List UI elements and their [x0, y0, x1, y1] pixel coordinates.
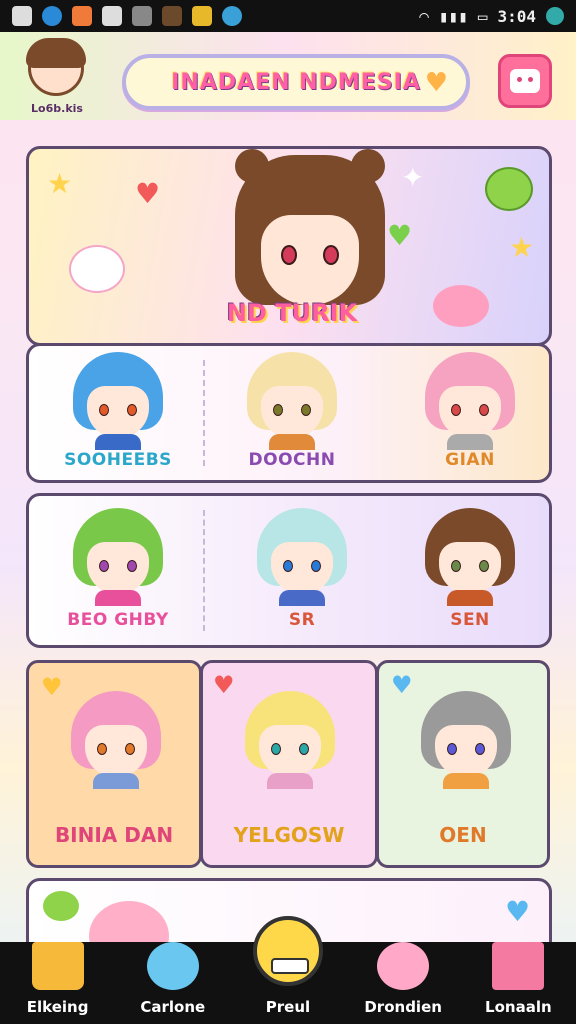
title-banner: INADAEN NDMESIA ♥ [122, 54, 470, 110]
app-icon [102, 6, 122, 26]
avatar-label: Lo6b.kis [31, 102, 83, 115]
character-name: SEN [450, 610, 490, 630]
character-name: DOOCHN [248, 450, 336, 470]
menu-button[interactable] [498, 54, 552, 108]
pig-icon [377, 942, 430, 990]
character-card[interactable]: ♥ BINIA DAN [26, 660, 202, 868]
character-row-2: BEO GHBY SR SEN [26, 493, 552, 648]
page-title: INADAEN NDMESIA [171, 69, 421, 95]
character-name: GIAN [445, 450, 495, 470]
character-name: BEO GHBY [67, 610, 169, 630]
menu-icon [510, 69, 540, 93]
nav-label: Preul [265, 998, 311, 1016]
star-icon: ★ [509, 231, 535, 264]
avatar[interactable]: Lo6b.kis [18, 38, 94, 115]
nav-label: Lonaaln [485, 998, 552, 1016]
image-icon [12, 6, 32, 26]
clock: 3:04 [497, 6, 536, 26]
wifi-icon: ◠ [419, 6, 429, 26]
star-icon: ★ [47, 167, 73, 200]
building-icon [492, 942, 545, 990]
heart-icon: ♥ [424, 68, 448, 98]
heart-icon: ♥ [135, 177, 161, 210]
app-icon [132, 6, 152, 26]
nav-label: Elkeing [26, 998, 89, 1016]
status-bar: ◠ ▮▮▮ ▭ 3:04 [0, 0, 576, 32]
slime-icon [43, 891, 79, 921]
sparkle-icon: ✦ [401, 161, 425, 194]
bottom-nav: Elkeing Carlone Preul Drondien Lonaaln [0, 916, 576, 1024]
slime-icon [485, 167, 533, 211]
character-row-1: SOOHEEBS DOOCHN GIAN [26, 343, 552, 483]
character-name: BINIA DAN [54, 823, 174, 847]
battery-icon: ▭ [477, 6, 488, 26]
character-name: SR [288, 610, 316, 630]
nav-tab-characters[interactable]: Carlone [119, 942, 227, 1018]
featured-character-name: ND TURIK [226, 299, 358, 327]
cat-icon [146, 942, 199, 990]
character-name: SOOHEEBS [64, 450, 172, 470]
cat-icon [69, 245, 125, 293]
app-header: Lo6b.kis INADAEN NDMESIA ♥ [0, 32, 576, 120]
character-card[interactable]: ♥ OEN [376, 660, 550, 868]
app-icon [222, 6, 242, 26]
house-icon [31, 942, 84, 990]
character-name: OEN [439, 823, 487, 847]
nav-tab-shop[interactable]: Lonaaln [464, 942, 572, 1018]
character-card[interactable]: ♥ YELGOSW [200, 660, 378, 868]
character-row-3: ♥ BINIA DAN ♥ YELGOSW ♥ OEN [26, 660, 552, 868]
app-icon [162, 6, 182, 26]
nav-tab-center[interactable]: Preul [234, 916, 342, 1018]
app-icon [72, 6, 92, 26]
app-icon [42, 6, 62, 26]
smiley-icon [252, 916, 323, 986]
nav-label: Drondien [364, 998, 442, 1016]
app-icon [192, 6, 212, 26]
status-orb-icon [546, 7, 564, 25]
nav-tab-collection[interactable]: Drondien [349, 942, 457, 1018]
signal-icon: ▮▮▮ [438, 6, 468, 26]
notification-icons [12, 6, 242, 26]
nav-label: Carlone [140, 998, 206, 1016]
nav-tab-home[interactable]: Elkeing [4, 942, 112, 1018]
featured-character-card[interactable]: ★ ♥ ★ ♥ ✦ ND TURIK [26, 146, 552, 346]
avatar-hair [26, 38, 86, 68]
heart-icon: ♥ [505, 895, 531, 928]
character-name: YELGOSW [233, 823, 345, 847]
